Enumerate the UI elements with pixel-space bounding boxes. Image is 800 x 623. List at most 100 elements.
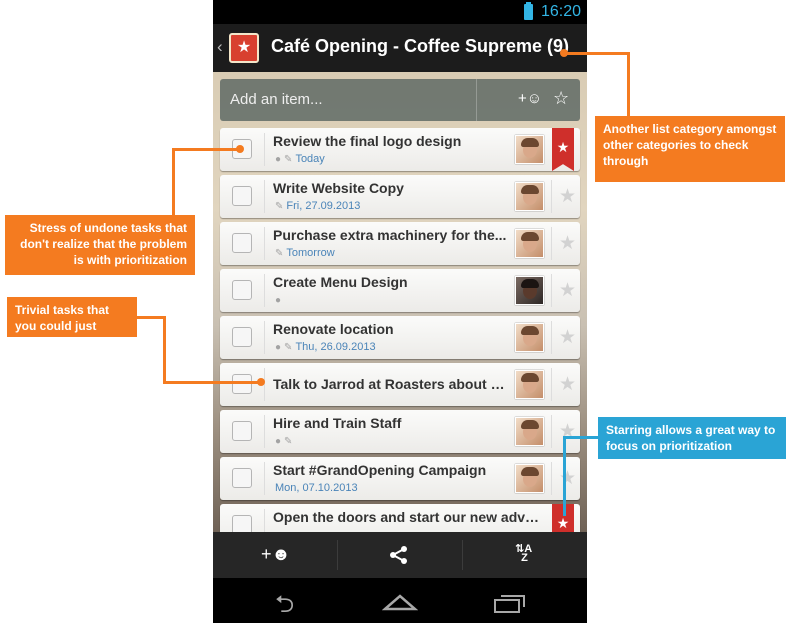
task-title[interactable]: Review the final logo design	[273, 133, 509, 149]
task-row[interactable]: Open the doors and start our new adven..…	[220, 504, 580, 532]
task-checkbox[interactable]	[232, 186, 252, 206]
callout-stress: Stress of undone tasks that don't realiz…	[5, 215, 195, 275]
assignee-avatar[interactable]	[515, 417, 544, 446]
assignee-avatar[interactable]	[515, 229, 544, 258]
divider	[264, 274, 265, 307]
task-title[interactable]: Renovate location	[273, 321, 509, 337]
due-date: Thu, 26.09.2013	[295, 341, 376, 353]
star-outline-icon[interactable]: ★	[559, 232, 576, 255]
pin-icon: ✎	[284, 154, 293, 165]
task-row[interactable]: Talk to Jarrod at Roasters about d... ★	[220, 363, 580, 406]
task-checkbox[interactable]	[232, 468, 252, 488]
assignee-avatar[interactable]	[515, 323, 544, 352]
due-date: Tomorrow	[286, 247, 335, 259]
divider	[264, 227, 265, 260]
task-title[interactable]: Purchase extra machinery for the...	[273, 227, 509, 243]
pin-icon: ✎	[284, 436, 293, 447]
divider	[264, 415, 265, 448]
back-chevron-icon[interactable]: ‹	[217, 38, 223, 56]
task-meta: ● ✎	[275, 435, 295, 447]
task-meta: Mon, 07.10.2013	[275, 482, 358, 494]
add-item-bar[interactable]: Add an item... +☺ ☆	[220, 79, 580, 121]
task-row[interactable]: Purchase extra machinery for the... ✎ Tom…	[220, 222, 580, 265]
divider	[264, 368, 265, 401]
share-icon	[390, 546, 407, 564]
recent-apps-icon[interactable]	[493, 593, 527, 613]
task-row[interactable]: Create Menu Design ● ★	[220, 269, 580, 312]
sort-az-icon: ⇅A Z	[515, 543, 533, 564]
task-title[interactable]: Start #GrandOpening Campaign	[273, 462, 509, 478]
pin-icon: ✎	[275, 201, 284, 212]
home-icon[interactable]	[382, 593, 418, 611]
add-item-input[interactable]: Add an item...	[230, 91, 323, 108]
callout-connector	[563, 436, 566, 516]
due-date: Today	[295, 153, 325, 165]
task-row[interactable]: Write Website Copy ✎ Fri, 27.09.2013 ★	[220, 175, 580, 218]
task-row[interactable]: Hire and Train Staff ● ✎ ★	[220, 410, 580, 453]
task-checkbox[interactable]	[232, 280, 252, 300]
divider	[264, 509, 265, 532]
comment-icon: ●	[275, 436, 282, 447]
task-title[interactable]: Create Menu Design	[273, 274, 509, 290]
star-outline-icon[interactable]: ☆	[553, 88, 569, 109]
callout-dot	[560, 49, 568, 57]
assignee-avatar[interactable]	[515, 135, 544, 164]
task-meta: ✎ Tomorrow	[275, 247, 335, 259]
assignee-avatar[interactable]	[515, 370, 544, 399]
callout-dot	[257, 378, 265, 386]
back-icon[interactable]: ⮌	[275, 587, 294, 623]
divider	[264, 462, 265, 495]
phone-screen: 16:20 ‹ ★ Café Opening - Coffee Supreme …	[213, 0, 587, 623]
callout-connector	[172, 148, 238, 151]
star-outline-icon[interactable]: ★	[559, 279, 576, 302]
share-list-button[interactable]: +☻	[213, 532, 337, 578]
divider	[551, 227, 552, 260]
comment-icon: ●	[275, 342, 282, 353]
divider	[551, 415, 552, 448]
task-meta: ●	[275, 294, 284, 306]
task-checkbox[interactable]	[232, 421, 252, 441]
task-title[interactable]: Hire and Train Staff	[273, 415, 509, 431]
due-date: Fri, 27.09.2013	[286, 200, 361, 212]
divider	[264, 133, 265, 166]
star-ribbon-icon[interactable]: ★	[552, 128, 574, 171]
callout-trivial: Trivial tasks that you could just rememb…	[7, 297, 137, 349]
star-outline-icon[interactable]: ★	[559, 420, 576, 443]
sort-button[interactable]: ⇅A Z	[463, 532, 587, 578]
callout-connector	[163, 316, 166, 383]
task-title[interactable]: Write Website Copy	[273, 180, 509, 196]
task-meta: ● ✎ Thu, 26.09.2013	[275, 341, 376, 353]
callout-connector	[565, 52, 628, 55]
callout-dot	[236, 145, 244, 153]
assignee-avatar[interactable]	[515, 276, 544, 305]
pin-icon: ✎	[284, 342, 293, 353]
task-checkbox[interactable]	[232, 327, 252, 347]
star-outline-icon[interactable]: ★	[559, 185, 576, 208]
star-outline-icon[interactable]: ★	[559, 326, 576, 349]
task-checkbox[interactable]	[232, 233, 252, 253]
callout-connector	[627, 52, 630, 116]
task-checkbox[interactable]	[232, 374, 252, 394]
callout-connector	[163, 381, 259, 384]
callout-starring: Starring allows a great way to focus on …	[598, 417, 786, 459]
bottom-action-bar: +☻ ⇅A Z	[213, 532, 587, 578]
system-nav-bar: ⮌	[213, 578, 587, 623]
task-checkbox[interactable]	[232, 515, 252, 532]
callout-connector	[563, 436, 600, 439]
person-add-icon[interactable]: +☺	[518, 90, 542, 107]
star-outline-icon[interactable]: ★	[559, 373, 576, 396]
assignee-avatar[interactable]	[515, 182, 544, 211]
due-date: Mon, 07.10.2013	[275, 482, 358, 494]
assignee-avatar[interactable]	[515, 464, 544, 493]
app-logo-icon[interactable]: ★	[229, 33, 259, 63]
task-row[interactable]: Review the final logo design ● ✎ Today ★	[220, 128, 580, 171]
task-title[interactable]: Open the doors and start our new adven..…	[273, 509, 543, 525]
task-row[interactable]: Start #GrandOpening Campaign Mon, 07.10.…	[220, 457, 580, 500]
task-row[interactable]: Renovate location ● ✎ Thu, 26.09.2013 ★	[220, 316, 580, 359]
callout-category: Another list category amongst other cate…	[595, 116, 785, 182]
star-outline-icon[interactable]: ★	[559, 467, 576, 490]
add-item-divider	[476, 79, 477, 121]
task-title[interactable]: Talk to Jarrod at Roasters about d...	[273, 376, 509, 392]
list-title: Café Opening - Coffee Supreme (9)	[271, 36, 570, 56]
share-button[interactable]	[338, 532, 462, 578]
